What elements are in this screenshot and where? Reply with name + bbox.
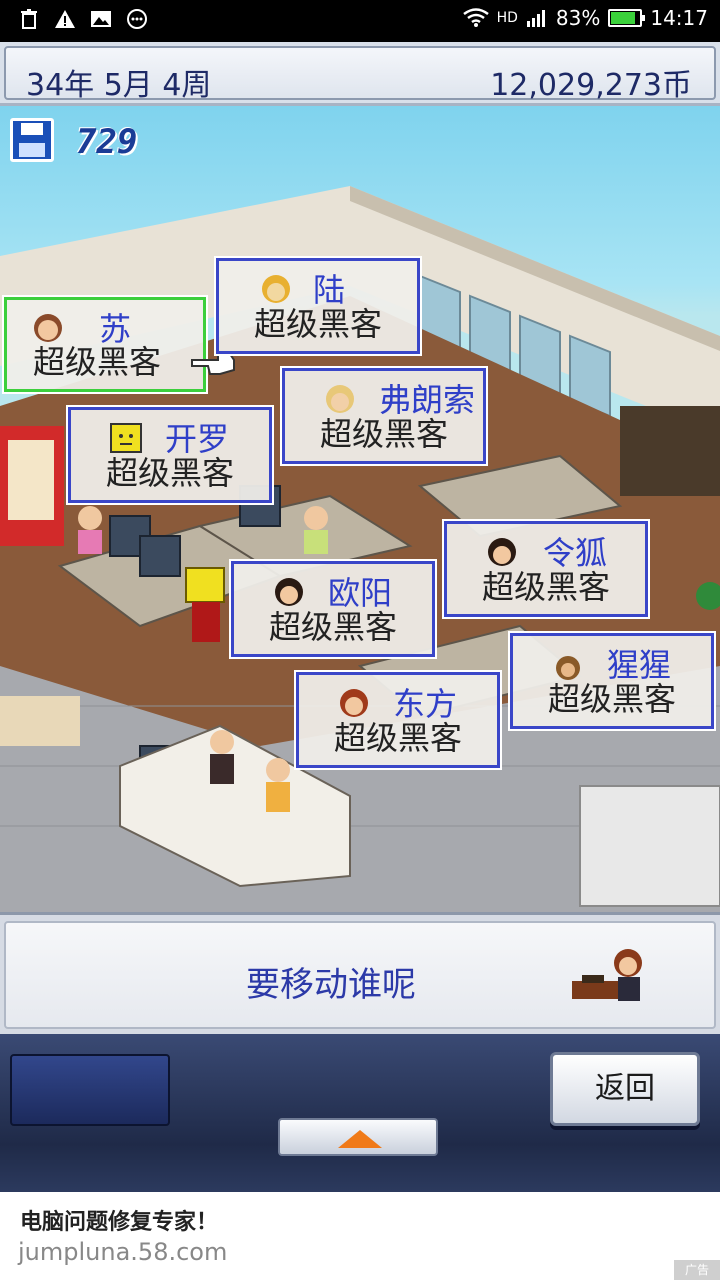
staff-role: 超级黑客 [547,680,676,718]
battery-percent: 83% [555,6,601,30]
staff-role: 超级黑客 [253,305,382,343]
staff-card-dongfang[interactable]: 东方 超级黑客 [296,672,500,768]
save-disk-icon[interactable] [10,118,54,162]
staff-card-ouyang[interactable]: 欧阳 超级黑客 [231,561,435,657]
staff-card-linghu[interactable]: 令狐 超级黑客 [444,521,648,617]
staff-role: 超级黑客 [319,415,448,453]
staff-role: 超级黑客 [481,568,610,606]
menu-panel[interactable] [10,1054,170,1126]
battery-icon [608,9,646,27]
status-bar: HD 83% 14:17 [0,0,720,42]
clock: 14:17 [650,6,708,30]
warning-icon [55,10,75,28]
ad-banner[interactable]: 电脑问题修复专家！ jumpluna.58.com 广告 [0,1192,720,1280]
prompt-panel: 要移动谁呢 [0,912,720,1034]
game-date: 34年 5月 4周 [26,68,212,103]
staff-role: 超级黑客 [105,454,234,492]
staff-role: 超级黑客 [32,343,161,381]
prompt-text: 要移动谁呢 [246,965,416,1005]
arrow-up-icon [338,1130,382,1148]
signal-icon [526,10,545,27]
staff-card-lu[interactable]: 陆 超级黑客 [216,258,420,354]
secretary-icon [572,949,642,1001]
staff-card-su[interactable]: 苏 超级黑客 [4,297,206,392]
control-strip: 返回 [0,1034,720,1192]
game-view[interactable]: 729 苏 超级黑客 陆 超级黑客 弗朗索 超级黑客 开罗 超级黑客 令狐 超级… [0,106,720,912]
staff-role: 超级黑客 [333,719,462,757]
expand-up-button[interactable] [278,1118,438,1156]
money-counter: 12,029,273币 [490,68,692,103]
more-icon [127,9,147,29]
staff-card-kailuo[interactable]: 开罗 超级黑客 [68,407,272,503]
ad-tag: 广告 [674,1260,720,1280]
top-info-bar: 34年 5月 4周 12,029,273币 [0,42,720,106]
wifi-icon [462,8,489,27]
staff-card-xingxing[interactable]: 猩猩 超级黑客 [510,633,714,729]
staff-card-fulangsuo[interactable]: 弗朗索 超级黑客 [282,368,486,464]
image-icon [91,11,111,27]
ad-title: 电脑问题修复专家！ [20,1210,219,1235]
network-type: HD [496,10,518,26]
staff-role: 超级黑客 [268,608,397,646]
trash-icon [21,9,37,29]
screen: HD 83% 14:17 34年 5月 4周 12,029,273币 729 苏… [0,0,720,1280]
office-scene [0,186,720,912]
save-count: 729 [76,122,138,162]
ad-url: jumpluna.58.com [18,1238,228,1266]
back-button[interactable]: 返回 [550,1052,700,1126]
